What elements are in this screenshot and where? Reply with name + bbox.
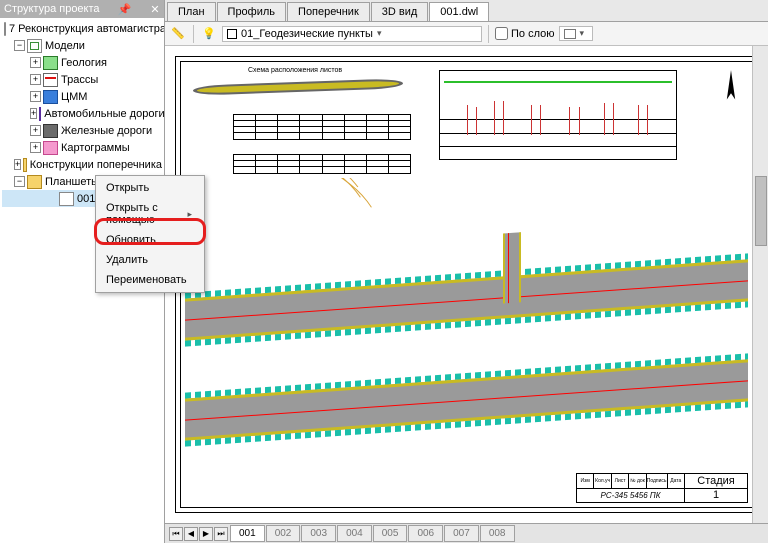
ctx-open[interactable]: Открыть <box>98 178 202 198</box>
nav-last-icon[interactable]: ⏭ <box>214 527 228 541</box>
tree-root[interactable]: 7 Реконструкция автомагистрали <box>2 20 162 37</box>
tree-railways[interactable]: + Железные дороги <box>2 122 162 139</box>
tree-label: Планшеты <box>45 176 99 188</box>
sheet-tabs-bar: ⏮ ◀ ▶ ⏭ 001 002 003 004 005 006 007 008 <box>165 523 768 543</box>
sheet-tab-004[interactable]: 004 <box>337 525 372 542</box>
layer-value: 01_Геодезические пункты <box>241 28 373 40</box>
nav-prev-icon[interactable]: ◀ <box>184 527 198 541</box>
by-layer-label: По слою <box>511 28 555 40</box>
sheet-tab-005[interactable]: 005 <box>373 525 408 542</box>
data-table-2 <box>233 154 411 174</box>
expand-icon[interactable]: + <box>30 125 41 136</box>
by-layer-checkbox[interactable]: По слою <box>495 27 555 40</box>
tab-profile[interactable]: Профиль <box>217 2 287 21</box>
ctx-refresh[interactable]: Обновить <box>98 230 202 250</box>
tree-auto-roads[interactable]: + Автомобильные дороги <box>2 105 162 122</box>
sheet-tab-003[interactable]: 003 <box>301 525 336 542</box>
ctx-delete[interactable]: Удалить <box>98 250 202 270</box>
layer-color-swatch <box>227 29 237 39</box>
tree-cartograms[interactable]: + Картограммы <box>2 139 162 156</box>
color-selector[interactable]: ▾ <box>559 26 593 41</box>
models-icon <box>27 39 42 53</box>
folder-icon <box>23 158 27 172</box>
expand-icon[interactable]: + <box>30 108 37 119</box>
tree-label: Автомобильные дороги <box>44 108 164 120</box>
tree-label: 7 Реконструкция автомагистрали <box>9 23 164 35</box>
tree-label: Трассы <box>61 74 98 86</box>
expand-icon[interactable]: + <box>30 142 41 153</box>
sheet-tab-006[interactable]: 006 <box>408 525 443 542</box>
vertical-scrollbar[interactable] <box>752 46 768 523</box>
drawing-canvas[interactable]: Схема расположения листов <box>165 46 768 523</box>
drawing-inner-frame: Схема расположения листов <box>180 61 753 508</box>
tree-label: Железные дороги <box>61 125 152 137</box>
expand-icon[interactable]: + <box>30 74 41 85</box>
view-tabs: План Профиль Поперечник 3D вид 001.dwl <box>165 0 768 22</box>
north-arrow-icon <box>720 68 742 110</box>
sheet-tab-007[interactable]: 007 <box>444 525 479 542</box>
geology-icon <box>43 56 58 70</box>
tree-label: Конструкции поперечника <box>30 159 162 171</box>
database-icon <box>4 22 6 36</box>
collapse-icon[interactable]: − <box>14 176 25 187</box>
tab-cross[interactable]: Поперечник <box>287 2 370 21</box>
measure-icon[interactable]: 📏 <box>169 25 187 43</box>
expand-icon[interactable]: + <box>30 91 41 102</box>
chevron-down-icon: ▾ <box>580 28 585 39</box>
carto-icon <box>43 141 58 155</box>
main-area: План Профиль Поперечник 3D вид 001.dwl 📏… <box>165 0 768 543</box>
layout-sketch: Схема расположения листов <box>193 70 403 102</box>
tree-models[interactable]: − Модели <box>2 37 162 54</box>
tab-plan[interactable]: План <box>167 2 216 21</box>
drawing-frame: Схема расположения листов <box>175 56 758 513</box>
title-block: Изм Кол.уч Лист № док Подпись Дата РС-34… <box>576 473 748 503</box>
sheet-tab-008[interactable]: 008 <box>480 525 515 542</box>
sheet-tab-001[interactable]: 001 <box>230 525 265 542</box>
expand-icon[interactable]: + <box>30 57 41 68</box>
layer-selector[interactable]: 01_Геодезические пункты ▾ <box>222 26 482 42</box>
collapse-icon[interactable]: − <box>14 40 25 51</box>
tab-3d[interactable]: 3D вид <box>371 2 429 21</box>
tree-label: Модели <box>45 40 85 52</box>
rail-icon <box>43 124 58 138</box>
panel-title: Структура проекта <box>4 3 100 15</box>
tree-label: ЦММ <box>61 91 87 103</box>
tree-dmm[interactable]: + ЦММ <box>2 88 162 105</box>
chevron-down-icon: ▾ <box>377 28 382 39</box>
bulb-icon[interactable]: 💡 <box>200 25 218 43</box>
profile-view <box>439 70 677 160</box>
auto-icon <box>39 107 41 121</box>
tree-label: Картограммы <box>61 142 130 154</box>
ctx-open-with[interactable]: Открыть с помощью <box>98 198 202 230</box>
sheet-icon <box>59 192 74 206</box>
context-menu: Открыть Открыть с помощью Обновить Удали… <box>95 175 205 293</box>
by-layer-input[interactable] <box>495 27 508 40</box>
tab-file[interactable]: 001.dwl <box>429 2 489 21</box>
color-swatch <box>564 29 576 39</box>
panel-header: Структура проекта 📌 ✕ <box>0 0 164 18</box>
drawing-code: РС-345 5456 ПК <box>577 489 684 503</box>
pin-icon[interactable]: 📌 <box>120 4 130 14</box>
nav-first-icon[interactable]: ⏮ <box>169 527 183 541</box>
expand-icon[interactable]: + <box>14 159 21 170</box>
route-icon <box>43 73 58 87</box>
tree-label: Геология <box>61 57 107 69</box>
nav-next-icon[interactable]: ▶ <box>199 527 213 541</box>
scroll-thumb[interactable] <box>755 176 767 246</box>
tree-constructions[interactable]: + Конструкции поперечника <box>2 156 162 173</box>
data-table-1 <box>233 114 411 140</box>
folder-icon <box>27 175 42 189</box>
tree-routes[interactable]: + Трассы <box>2 71 162 88</box>
dmm-icon <box>43 90 58 104</box>
sketch-title: Схема расположения листов <box>248 67 342 74</box>
tree-geology[interactable]: + Геология <box>2 54 162 71</box>
plan-view <box>185 178 748 477</box>
layer-toolbar: 📏 💡 01_Геодезические пункты ▾ По слою ▾ <box>165 22 768 46</box>
close-panel-icon[interactable]: ✕ <box>150 4 160 14</box>
ctx-rename[interactable]: Переименовать <box>98 270 202 290</box>
sheet-tab-002[interactable]: 002 <box>266 525 301 542</box>
